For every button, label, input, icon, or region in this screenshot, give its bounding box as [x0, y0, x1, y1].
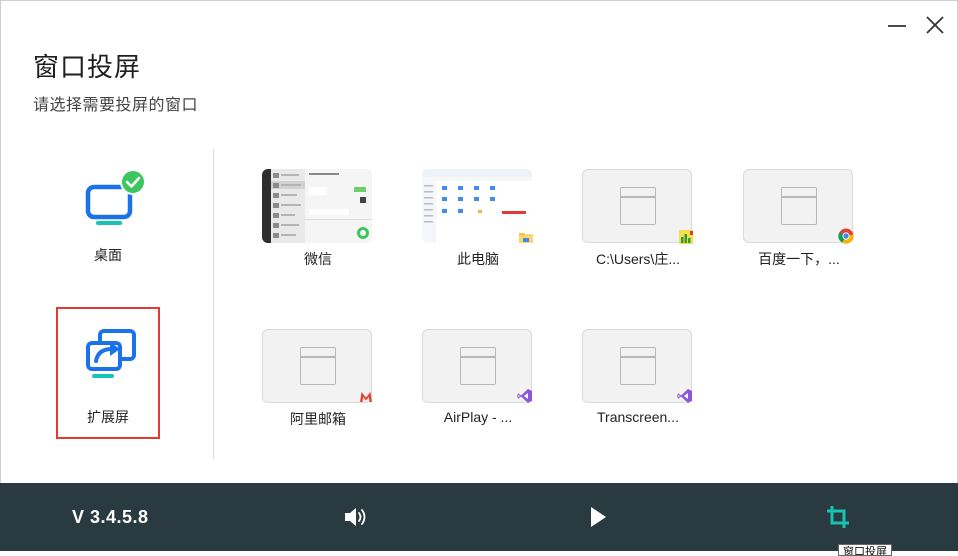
- visual-studio-icon: [677, 389, 692, 403]
- window-label: 此电脑: [457, 251, 499, 267]
- window-placeholder-icon: [460, 347, 496, 385]
- minimize-button[interactable]: [883, 11, 911, 39]
- mode-desktop-label: 桌面: [94, 247, 122, 263]
- window-item-this-pc[interactable]: 此电脑: [422, 169, 534, 279]
- window-placeholder-icon: [300, 347, 336, 385]
- window-placeholder-icon: [781, 187, 817, 225]
- window-item-alimail[interactable]: 阿里邮箱: [262, 329, 374, 439]
- visual-studio-icon: [517, 389, 532, 403]
- play-button[interactable]: [584, 503, 612, 531]
- window-label: C:\Users\庄...: [595, 251, 680, 267]
- window-item-transcreen[interactable]: Transcreen...: [582, 329, 694, 439]
- volume-button[interactable]: [342, 503, 370, 531]
- window-thumbnail: [743, 169, 853, 243]
- window-thumbnail: [262, 329, 372, 403]
- window-thumbnail: [262, 169, 372, 243]
- window-label: 百度一下，...: [758, 251, 840, 267]
- chrome-icon: [838, 228, 854, 244]
- window-placeholder-icon: [620, 187, 656, 225]
- close-icon: [926, 16, 944, 34]
- divider: [213, 149, 214, 459]
- crop-icon: [827, 506, 849, 528]
- minimize-icon: [888, 25, 906, 27]
- app-icon: [679, 230, 693, 244]
- app-window: 窗口投屏 请选择需要投屏的窗口 桌面 扩展屏 微信 此电脑 C:\Users\庄…: [0, 0, 958, 551]
- window-item-explorer-path[interactable]: C:\Users\庄...: [582, 169, 694, 279]
- mode-extend-label: 扩展屏: [87, 409, 129, 425]
- play-icon: [591, 507, 606, 527]
- volume-icon: [345, 508, 366, 526]
- window-thumbnail: [422, 169, 532, 243]
- mode-desktop-option[interactable]: 桌面: [56, 161, 160, 293]
- folder-icon: [519, 233, 533, 243]
- window-cast-button[interactable]: [824, 503, 852, 531]
- window-thumbnail: [582, 169, 692, 243]
- window-label: 微信: [304, 251, 332, 267]
- window-placeholder-icon: [620, 347, 656, 385]
- window-item-airplay[interactable]: AirPlay - ...: [422, 329, 534, 439]
- window-item-baidu[interactable]: 百度一下，...: [743, 169, 855, 279]
- window-label: AirPlay - ...: [443, 409, 513, 425]
- wechat-screenshot: [262, 169, 372, 243]
- close-button[interactable]: [921, 11, 949, 39]
- window-label: Transcreen...: [597, 409, 679, 425]
- window-label: 阿里邮箱: [290, 411, 346, 427]
- page-title: 窗口投屏: [33, 52, 142, 82]
- tooltip: 窗口投屏: [838, 544, 892, 556]
- check-icon: [120, 169, 146, 195]
- window-item-wechat[interactable]: 微信: [262, 169, 374, 279]
- page-subtitle: 请选择需要投屏的窗口: [33, 97, 199, 114]
- alimail-icon: [360, 392, 372, 402]
- explorer-screenshot: [422, 169, 532, 243]
- window-thumbnail: [582, 329, 692, 403]
- mode-extend-option[interactable]: 扩展屏: [56, 307, 160, 439]
- version-label: V 3.4.5.8: [72, 507, 149, 527]
- bottom-bar: V 3.4.5.8 窗口投屏: [0, 483, 958, 556]
- extend-screen-icon: [86, 329, 136, 378]
- window-thumbnail: [422, 329, 532, 403]
